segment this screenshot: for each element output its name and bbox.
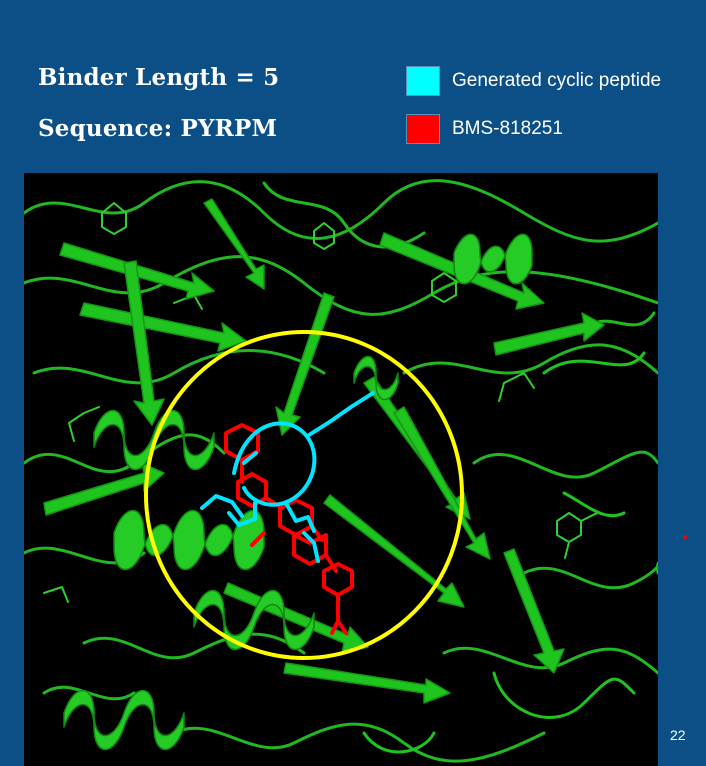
protein-ribbons xyxy=(24,179,658,763)
red-dot-marker xyxy=(683,535,687,539)
binder-length-title: Binder Length = 5 xyxy=(38,64,280,91)
legend-label-peptide: Generated cyclic peptide xyxy=(452,70,662,91)
legend-item-peptide: Generated cyclic peptide xyxy=(406,65,661,97)
page-number: 22 xyxy=(670,727,686,743)
legend-swatch-bms xyxy=(406,114,440,144)
legend-item-bms: BMS-818251 xyxy=(406,113,563,145)
sequence-title: Sequence: PYRPM xyxy=(38,115,278,142)
legend-swatch-peptide xyxy=(406,66,440,96)
protein-structure-image xyxy=(24,173,658,766)
legend-label-bms: BMS-818251 xyxy=(452,118,563,139)
